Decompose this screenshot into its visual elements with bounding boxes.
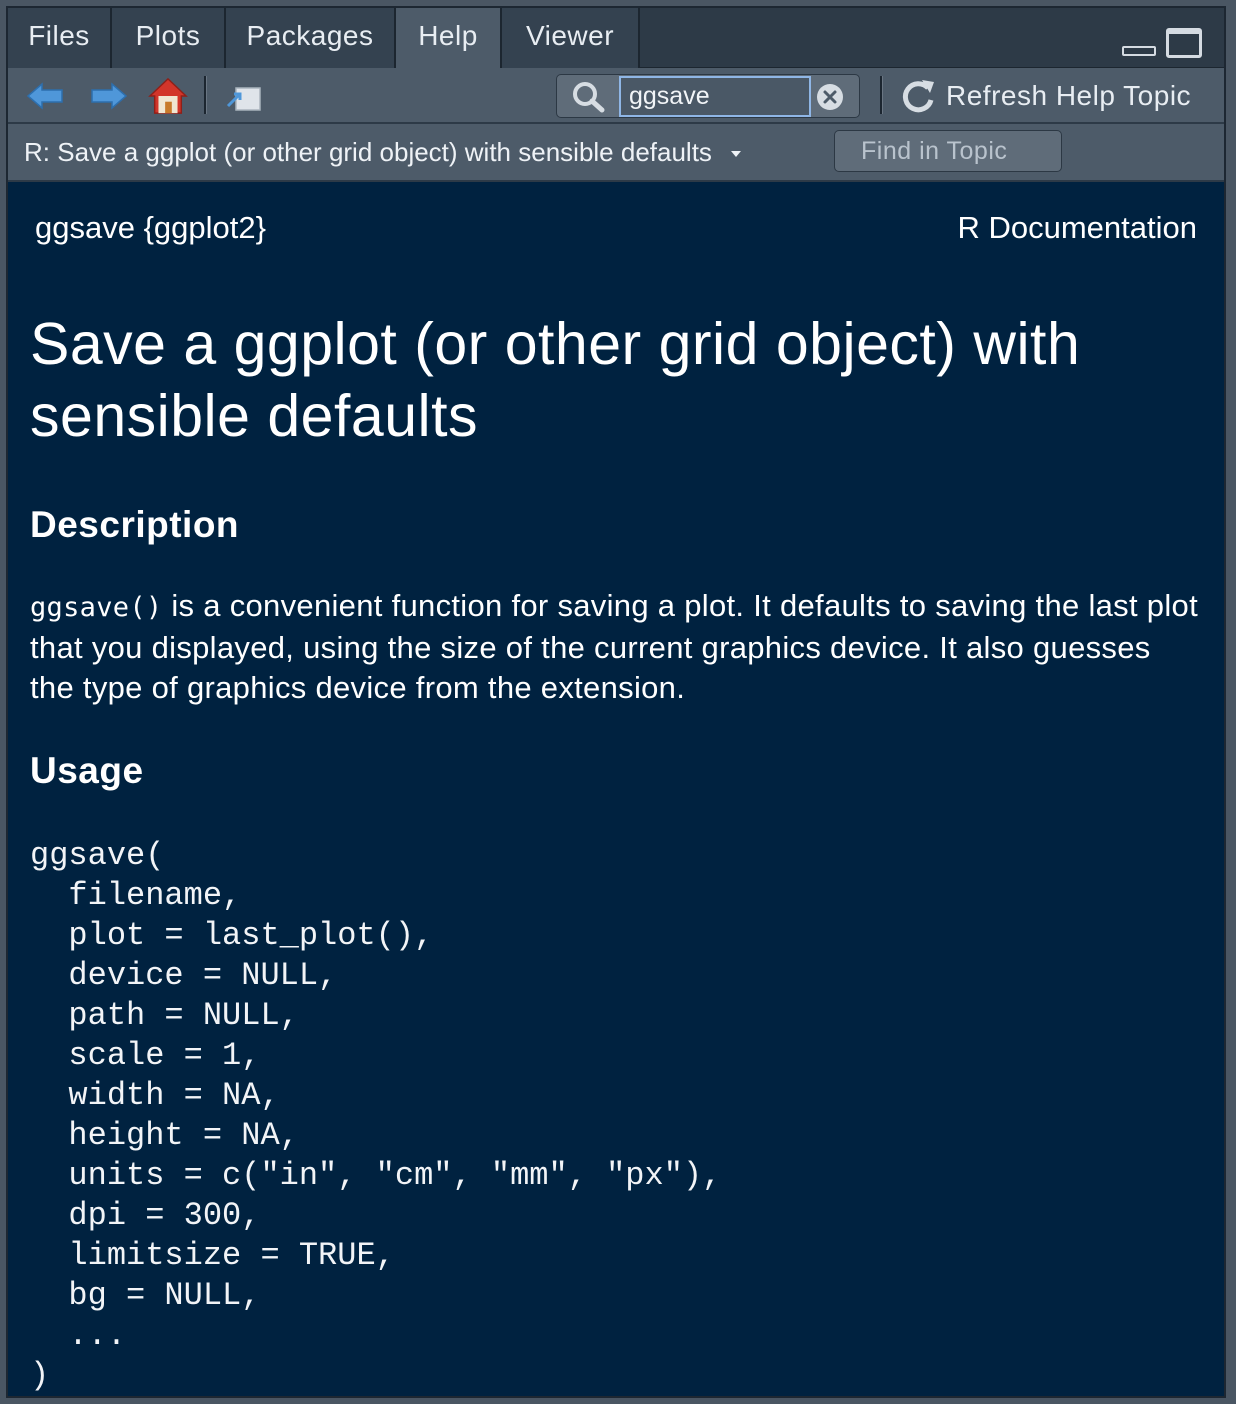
code-line: limitsize = TRUE,: [30, 1237, 395, 1274]
tab-help[interactable]: Help: [396, 8, 502, 69]
refresh-icon: [902, 80, 934, 113]
code-line: dpi = 300,: [30, 1197, 261, 1234]
tab-files[interactable]: Files: [8, 8, 112, 68]
refresh-help-topic-button[interactable]: Refresh Help Topic: [898, 74, 1191, 118]
usage-heading: Usage: [30, 750, 144, 791]
toolbar-separator: [204, 76, 207, 114]
help-toolbar: Refresh Help Topic: [8, 68, 1224, 124]
doc-source-label: R Documentation: [957, 210, 1197, 245]
code-line: filename,: [30, 877, 242, 914]
tab-viewer[interactable]: Viewer: [502, 8, 640, 68]
tab-packages[interactable]: Packages: [226, 8, 396, 68]
page-title: Save a ggplot (or other grid object) wit…: [30, 311, 1081, 449]
code-line: ): [30, 1357, 50, 1394]
code-line: ...: [30, 1317, 127, 1354]
help-search-box: [556, 74, 860, 118]
code-line: width = NA,: [30, 1077, 280, 1114]
code-line: scale = 1,: [30, 1037, 261, 1074]
description-paragraph: ggsave() is a convenient function for sa…: [30, 586, 1200, 708]
description-heading: Description: [30, 504, 240, 545]
doc-package-label: ggsave {ggplot2}: [35, 210, 266, 245]
clear-search-button[interactable]: [817, 84, 843, 110]
usage-code-block: ggsave( filename, plot = last_plot(), de…: [30, 836, 721, 1396]
code-line: units = c("in", "cm", "mm", "px"),: [30, 1157, 722, 1194]
back-arrow-icon[interactable]: [24, 76, 66, 116]
toolbar-separator: [880, 76, 883, 114]
doc-header: ggsave {ggplot2} R Documentation: [35, 210, 1197, 246]
help-content: ggsave {ggplot2} R Documentation Save a …: [8, 182, 1224, 1396]
code-line: device = NULL,: [30, 957, 338, 994]
home-icon[interactable]: [146, 76, 190, 116]
function-code: ggsave(): [30, 592, 163, 623]
help-search-input[interactable]: [619, 76, 811, 117]
code-line: ggsave(: [30, 837, 165, 874]
topic-label: R: Save a ggplot (or other grid object) …: [24, 137, 712, 167]
clear-icon: [823, 90, 837, 104]
topic-dropdown[interactable]: R: Save a ggplot (or other grid object) …: [24, 132, 742, 172]
code-line: plot = last_plot(),: [30, 917, 434, 954]
code-line: path = NULL,: [30, 997, 299, 1034]
popout-window-icon[interactable]: [224, 76, 264, 116]
tab-plots[interactable]: Plots: [112, 8, 226, 68]
topic-bar: R: Save a ggplot (or other grid object) …: [8, 124, 1224, 182]
forward-arrow-icon[interactable]: [88, 76, 130, 116]
refresh-label: Refresh Help Topic: [946, 80, 1192, 111]
minimize-pane-icon[interactable]: [1122, 46, 1156, 56]
find-in-topic-input[interactable]: [834, 130, 1062, 172]
chevron-down-icon: [731, 151, 742, 158]
help-pane: Files Plots Packages Help Viewer ggsave …: [6, 6, 1226, 1398]
description-text: is a convenient function for saving a pl…: [30, 588, 1198, 705]
maximize-pane-icon[interactable]: [1166, 28, 1202, 58]
code-line: bg = NULL,: [30, 1277, 261, 1314]
code-line: height = NA,: [30, 1117, 299, 1154]
tab-bar: Files Plots Packages Help Viewer: [8, 8, 1224, 69]
search-icon: [573, 82, 605, 113]
